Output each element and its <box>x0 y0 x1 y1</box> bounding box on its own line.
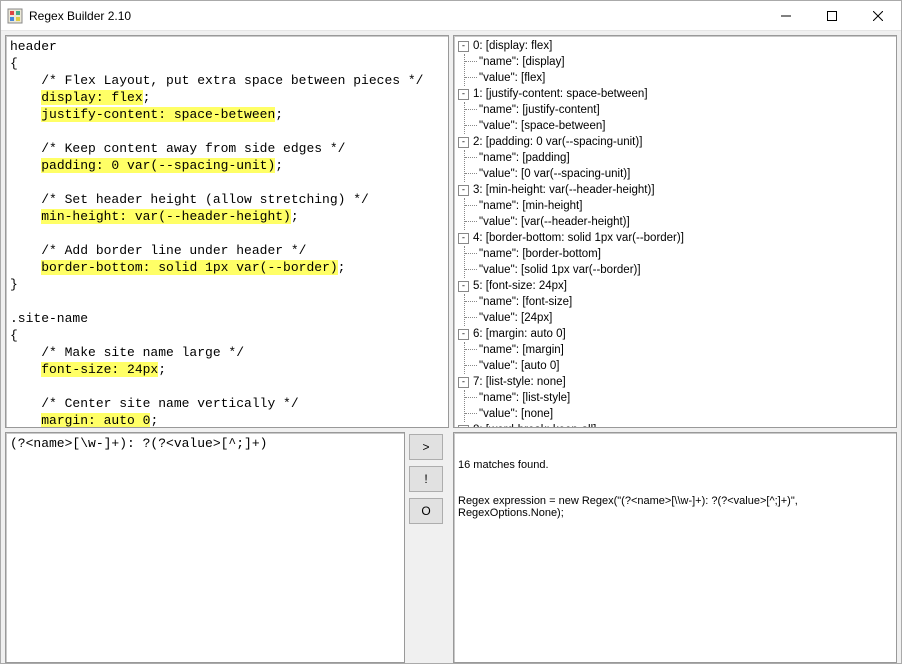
source-panel[interactable]: header{ /* Flex Layout, put extra space … <box>5 35 449 428</box>
expander-icon[interactable]: - <box>458 41 469 52</box>
expander-icon[interactable]: - <box>458 377 469 388</box>
app-window: Regex Builder 2.10 header{ /* Flex Layou… <box>0 0 902 664</box>
tree-child-name[interactable]: "name": [list-style] <box>479 390 892 406</box>
tree-node-label: 4: [border-bottom: solid 1px var(--borde… <box>473 230 684 246</box>
expander-icon[interactable]: - <box>458 425 469 429</box>
run-button[interactable]: > <box>409 434 443 460</box>
tree-child-name[interactable]: "name": [padding] <box>479 150 892 166</box>
tree-child-name[interactable]: "name": [justify-content] <box>479 102 892 118</box>
tree-node-label: 3: [min-height: var(--header-height)] <box>473 182 655 198</box>
tree-node-label: 0: [display: flex] <box>473 38 552 54</box>
tree-node[interactable]: -4: [border-bottom: solid 1px var(--bord… <box>458 230 892 278</box>
window-title: Regex Builder 2.10 <box>29 9 131 23</box>
expander-icon[interactable]: - <box>458 89 469 100</box>
app-icon <box>7 8 23 24</box>
minimize-button[interactable] <box>763 1 809 31</box>
tree-node[interactable]: -7: [list-style: none]"name": [list-styl… <box>458 374 892 422</box>
tree-node-label: 7: [list-style: none] <box>473 374 566 390</box>
tree-child-name[interactable]: "name": [font-size] <box>479 294 892 310</box>
output-text: 16 matches found. Regex expression = new… <box>454 433 896 545</box>
tree-child-value[interactable]: "value": [24px] <box>479 310 892 326</box>
close-icon <box>873 11 883 21</box>
tree-node[interactable]: -2: [padding: 0 var(--spacing-unit)]"nam… <box>458 134 892 182</box>
maximize-button[interactable] <box>809 1 855 31</box>
output-panel[interactable]: 16 matches found. Regex expression = new… <box>453 432 897 663</box>
regex-input[interactable]: (?<name>[\w-]+): ?(?<value>[^;]+) <box>5 432 405 663</box>
tree-child-name[interactable]: "name": [display] <box>479 54 892 70</box>
tree-child-name[interactable]: "name": [border-bottom] <box>479 246 892 262</box>
tree-node[interactable]: -1: [justify-content: space-between]"nam… <box>458 86 892 134</box>
action-buttons: > ! O <box>409 432 449 663</box>
maximize-icon <box>827 11 837 21</box>
results-tree[interactable]: -0: [display: flex]"name": [display]"val… <box>454 36 896 428</box>
tree-child-value[interactable]: "value": [space-between] <box>479 118 892 134</box>
expander-icon[interactable]: - <box>458 329 469 340</box>
tree-child-value[interactable]: "value": [solid 1px var(--border)] <box>479 262 892 278</box>
titlebar: Regex Builder 2.10 <box>1 1 901 31</box>
expander-icon[interactable]: - <box>458 137 469 148</box>
tree-node[interactable]: -8: [word-break: keep-all]"name": [word-… <box>458 422 892 428</box>
close-button[interactable] <box>855 1 901 31</box>
tree-child-value[interactable]: "value": [flex] <box>479 70 892 86</box>
tree-child-value[interactable]: "value": [none] <box>479 406 892 422</box>
tree-node-label: 2: [padding: 0 var(--spacing-unit)] <box>473 134 642 150</box>
tree-node-label: 8: [word-break: keep-all] <box>473 422 596 428</box>
tree-node[interactable]: -3: [min-height: var(--header-height)]"n… <box>458 182 892 230</box>
expander-icon[interactable]: - <box>458 281 469 292</box>
expander-icon[interactable]: - <box>458 185 469 196</box>
source-text[interactable]: header{ /* Flex Layout, put extra space … <box>6 36 448 428</box>
tree-node[interactable]: -0: [display: flex]"name": [display]"val… <box>458 38 892 86</box>
tree-child-value[interactable]: "value": [0 var(--spacing-unit)] <box>479 166 892 182</box>
tree-node[interactable]: -6: [margin: auto 0]"name": [margin]"val… <box>458 326 892 374</box>
expander-icon[interactable]: - <box>458 233 469 244</box>
tree-child-value[interactable]: "value": [var(--header-height)] <box>479 214 892 230</box>
output-line-1: 16 matches found. <box>458 459 892 471</box>
bang-button[interactable]: ! <box>409 466 443 492</box>
output-line-2: Regex expression = new Regex("(?<name>[\… <box>458 495 892 519</box>
results-tree-panel[interactable]: -0: [display: flex]"name": [display]"val… <box>453 35 897 428</box>
tree-node-label: 1: [justify-content: space-between] <box>473 86 648 102</box>
tree-child-value[interactable]: "value": [auto 0] <box>479 358 892 374</box>
tree-node-label: 6: [margin: auto 0] <box>473 326 566 342</box>
client-area: header{ /* Flex Layout, put extra space … <box>1 31 901 663</box>
tree-child-name[interactable]: "name": [margin] <box>479 342 892 358</box>
minimize-icon <box>781 11 791 21</box>
tree-child-name[interactable]: "name": [min-height] <box>479 198 892 214</box>
regex-panel: (?<name>[\w-]+): ?(?<value>[^;]+) > ! O <box>5 432 449 663</box>
options-button[interactable]: O <box>409 498 443 524</box>
tree-node[interactable]: -5: [font-size: 24px]"name": [font-size]… <box>458 278 892 326</box>
tree-node-label: 5: [font-size: 24px] <box>473 278 567 294</box>
